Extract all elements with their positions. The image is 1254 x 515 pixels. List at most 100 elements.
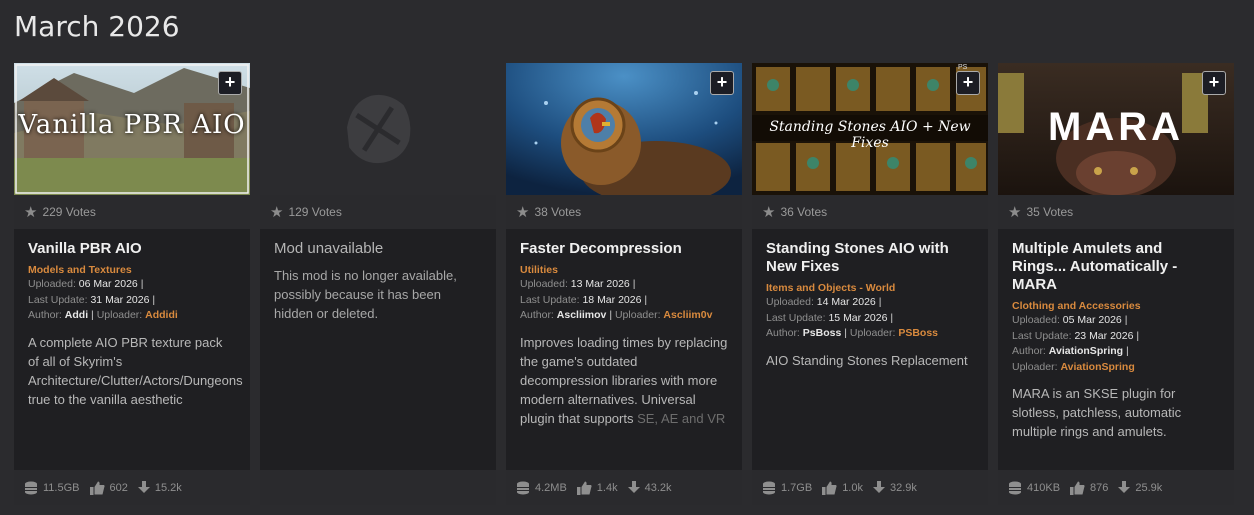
uploader-label: Uploader: bbox=[614, 309, 661, 321]
author-link[interactable]: PsBoss bbox=[803, 327, 842, 339]
updated-label: Last Update: bbox=[766, 311, 826, 324]
mod-meta: Uploaded: 13 Mar 2026 | Last Update: 18 … bbox=[520, 278, 713, 321]
mod-title[interactable]: Standing Stones AIO with New Fixes bbox=[766, 240, 974, 276]
download-icon bbox=[872, 480, 885, 493]
author-link[interactable]: Ascliimov bbox=[557, 309, 607, 321]
author-link[interactable]: AviationSpring bbox=[1049, 345, 1123, 357]
updated-date: 23 Mar 2026 bbox=[1074, 329, 1134, 342]
author-link[interactable]: Addi bbox=[65, 309, 88, 321]
mod-title[interactable]: Faster Decompression bbox=[520, 240, 728, 258]
plus-icon: + bbox=[224, 72, 236, 92]
add-to-collection-button[interactable]: + bbox=[956, 71, 980, 95]
star-icon: ★ bbox=[270, 204, 284, 221]
database-icon bbox=[517, 481, 529, 494]
votes-bar: ★ 129 Votes bbox=[260, 195, 496, 229]
mod-stats: 1.7GB 1.0k 32.9k bbox=[752, 470, 988, 505]
uploader-link[interactable]: PSBoss bbox=[898, 327, 938, 339]
uploader-label: Uploader: bbox=[1012, 360, 1058, 373]
mod-description: A complete AIO PBR texture pack of all o… bbox=[28, 334, 243, 407]
uploader-link[interactable]: Addidi bbox=[145, 309, 178, 321]
author-label: Author: bbox=[520, 309, 554, 321]
uploader-link[interactable]: AviationSpring bbox=[1060, 361, 1134, 373]
file-size: 11.5GB bbox=[43, 481, 80, 494]
mod-title[interactable]: Vanilla PBR AIO bbox=[28, 240, 236, 258]
thumbs-up-icon bbox=[1070, 481, 1085, 495]
thumbnail-image bbox=[506, 63, 742, 195]
uploaded-label: Uploaded: bbox=[28, 278, 76, 290]
add-to-collection-button[interactable]: + bbox=[710, 71, 734, 95]
updated-label: Last Update: bbox=[1012, 329, 1072, 342]
votes-bar: ★ 38 Votes bbox=[506, 195, 742, 229]
mod-description: AIO Standing Stones Replacement bbox=[766, 352, 968, 368]
file-size: 1.7GB bbox=[781, 481, 813, 494]
download-icon bbox=[137, 480, 150, 493]
thumbs-up-icon bbox=[822, 481, 837, 495]
mod-category[interactable]: Models and Textures bbox=[28, 264, 236, 276]
plus-icon: + bbox=[962, 72, 974, 92]
thumbnail-title: Standing Stones AIO + New Fixes bbox=[769, 119, 971, 151]
section-title: March 2026 bbox=[14, 10, 180, 43]
star-icon: ★ bbox=[24, 204, 38, 221]
uploader-link[interactable]: Ascliim0v bbox=[663, 309, 712, 321]
file-size: 4.2MB bbox=[535, 481, 567, 494]
download-count: 32.9k bbox=[889, 481, 917, 494]
mod-thumbnail[interactable]: Standing Stones AIO + New Fixes PS + bbox=[752, 63, 988, 195]
author-label: Author: bbox=[28, 309, 62, 321]
download-icon bbox=[1118, 480, 1131, 493]
uploaded-label: Uploaded: bbox=[766, 296, 814, 308]
endorsement-count: 602 bbox=[109, 481, 128, 494]
votes-bar: ★ 36 Votes bbox=[752, 195, 988, 229]
star-icon: ★ bbox=[1008, 204, 1022, 221]
mod-category[interactable]: Utilities bbox=[520, 264, 728, 276]
download-count: 43.2k bbox=[644, 481, 672, 494]
mod-meta: Uploaded: 14 Mar 2026 | Last Update: 15 … bbox=[766, 296, 939, 339]
mod-thumbnail bbox=[260, 63, 496, 195]
mod-title[interactable]: Multiple Amulets and Rings... Automatica… bbox=[1012, 240, 1220, 294]
add-to-collection-button[interactable]: + bbox=[1202, 71, 1226, 95]
mod-card[interactable]: Vanilla PBR AIO + ★ 229 Votes Vanilla PB… bbox=[14, 63, 250, 505]
mod-thumbnail[interactable]: Vanilla PBR AIO + bbox=[14, 63, 250, 195]
votes-count: 35 Votes bbox=[1026, 205, 1074, 219]
uploaded-date: 14 Mar 2026 bbox=[816, 296, 876, 308]
endorsement-count: 1.4k bbox=[596, 481, 618, 494]
mod-category[interactable]: Items and Objects - World bbox=[766, 282, 974, 294]
mod-thumbnail[interactable]: + bbox=[506, 63, 742, 195]
mod-stats bbox=[260, 470, 496, 505]
nexus-placeholder-icon bbox=[346, 94, 411, 164]
updated-label: Last Update: bbox=[520, 293, 580, 306]
endorsement-count: 876 bbox=[1090, 481, 1109, 494]
mod-card[interactable]: + ★ 38 Votes Faster Decompression Utilit… bbox=[506, 63, 742, 505]
endorsement-count: 1.0k bbox=[842, 481, 863, 494]
votes-count: 38 Votes bbox=[534, 205, 582, 219]
votes-count: 129 Votes bbox=[288, 205, 342, 219]
mod-grid: Vanilla PBR AIO + ★ 229 Votes Vanilla PB… bbox=[14, 63, 1234, 505]
updated-label: Last Update: bbox=[28, 293, 88, 306]
mod-description: MARA is an SKSE plugin for slotless, pat… bbox=[1012, 386, 1182, 439]
votes-bar: ★ 229 Votes bbox=[14, 195, 250, 229]
download-count: 25.9k bbox=[1135, 481, 1163, 494]
star-icon: ★ bbox=[762, 204, 776, 221]
mod-category[interactable]: Clothing and Accessories bbox=[1012, 300, 1220, 312]
download-icon bbox=[627, 480, 640, 493]
plus-icon: + bbox=[716, 72, 728, 92]
mod-title: Mod unavailable bbox=[274, 240, 384, 257]
uploader-label: Uploader: bbox=[96, 309, 143, 321]
download-count: 15.2k bbox=[154, 481, 182, 494]
description-faded-text: SE, AE and VR bbox=[637, 410, 726, 426]
plus-icon: + bbox=[1208, 72, 1220, 92]
mod-stats: 11.5GB 602 15.2k bbox=[14, 470, 250, 505]
author-label: Author: bbox=[766, 327, 800, 339]
database-icon bbox=[763, 481, 775, 494]
mod-thumbnail[interactable]: MARA + bbox=[998, 63, 1234, 195]
mod-description: Improves loading times by replacing the … bbox=[520, 333, 728, 428]
mod-card[interactable]: MARA + ★ 35 Votes Multiple Amulets and R… bbox=[998, 63, 1234, 505]
star-icon: ★ bbox=[516, 204, 530, 221]
add-to-collection-button[interactable]: + bbox=[218, 71, 242, 95]
thumbnail-title: Vanilla PBR AIO bbox=[18, 110, 246, 140]
uploader-label: Uploader: bbox=[849, 327, 896, 339]
uploaded-date: 13 Mar 2026 bbox=[570, 278, 630, 290]
mod-card-unavailable[interactable]: ★ 129 Votes Mod unavailable This mod is … bbox=[260, 63, 496, 505]
mod-card[interactable]: Standing Stones AIO + New Fixes PS + ★ 3… bbox=[752, 63, 988, 505]
thumbnail-badge: PS bbox=[958, 64, 968, 71]
database-icon bbox=[1009, 481, 1021, 494]
